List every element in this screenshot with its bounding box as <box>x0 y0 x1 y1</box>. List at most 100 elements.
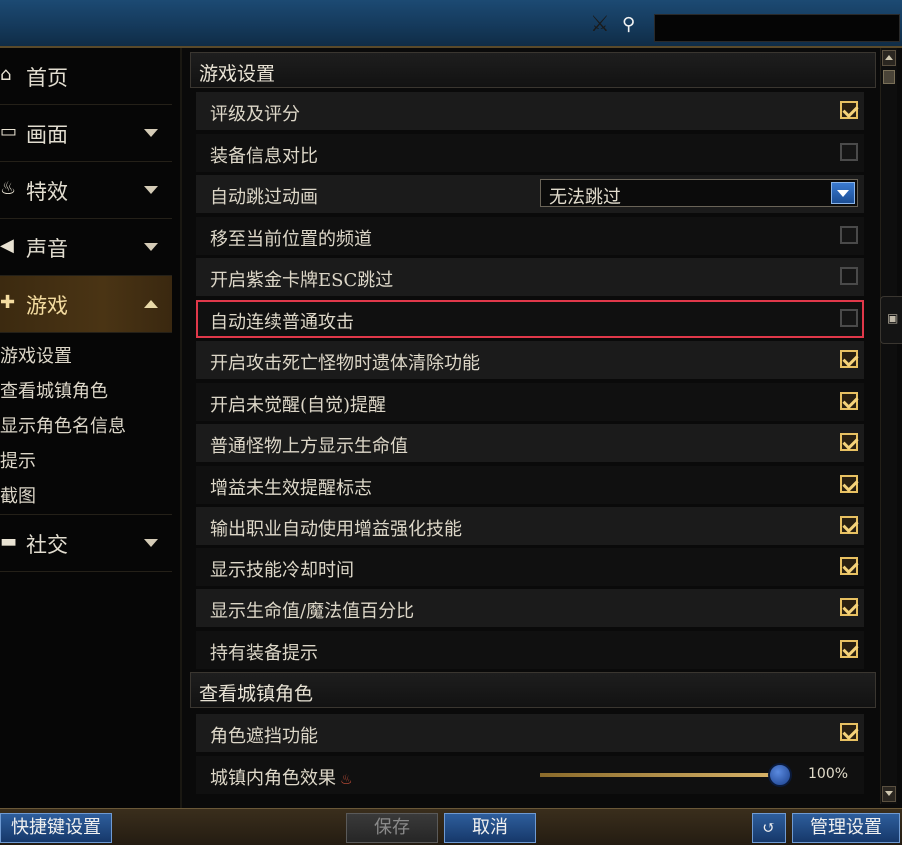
setting-row: 角色遮挡功能 <box>196 714 864 752</box>
reset-icon[interactable]: ↺ <box>752 813 786 843</box>
checkbox[interactable] <box>840 557 858 575</box>
setting-label: 增益未生效提醒标志 <box>210 478 372 499</box>
hotkey-settings-button[interactable]: 快捷键设置 <box>0 813 112 843</box>
effect-slider-track[interactable] <box>540 773 778 777</box>
sidebar-item-home[interactable]: ⌂ 首页 <box>0 48 172 105</box>
chevron-down-icon <box>144 186 158 194</box>
checkbox[interactable] <box>840 640 858 658</box>
scroll-up-icon[interactable] <box>882 50 896 66</box>
sidebar-subitem-tips[interactable]: 提示 <box>0 447 36 473</box>
setting-label-text: 城镇内角色效果 <box>210 768 336 789</box>
sidebar-subitem-screenshot[interactable]: 截图 <box>0 482 36 508</box>
search-input[interactable] <box>654 14 900 42</box>
setting-label: 自动连续普通攻击 <box>210 312 354 333</box>
scrollbar[interactable] <box>880 48 897 804</box>
save-button[interactable]: 保存 <box>346 813 438 843</box>
setting-row-highlighted: 自动连续普通攻击 <box>196 300 864 338</box>
checkbox[interactable] <box>840 350 858 368</box>
checkbox[interactable] <box>840 475 858 493</box>
settings-panel: 游戏设置 评级及评分 装备信息对比 自动跳过动画 无法跳过 移至当前位置的频道 … <box>190 48 876 802</box>
sidebar-item-label: 声音 <box>26 237 68 261</box>
section-header-town-characters: 查看城镇角色 <box>190 672 876 708</box>
skip-animation-select[interactable]: 无法跳过 <box>540 179 858 208</box>
setting-row: 开启紫金卡牌ESC跳过 <box>196 258 864 296</box>
setting-row: 持有装备提示 <box>196 631 864 669</box>
setting-row: 装备信息对比 <box>196 134 864 172</box>
sidebar-subitem-town-characters[interactable]: 查看城镇角色 <box>0 377 108 403</box>
setting-label: 开启紫金卡牌ESC跳过 <box>210 270 394 291</box>
section-title: 游戏设置 <box>199 63 276 85</box>
setting-label: 角色遮挡功能 <box>210 726 318 747</box>
scroll-thumb[interactable] <box>883 70 895 84</box>
sidebar-item-social[interactable]: ▬ 社交 <box>0 514 172 572</box>
setting-label: 城镇内角色效果 ♨ <box>210 764 353 790</box>
setting-row: 移至当前位置的频道 <box>196 217 864 255</box>
setting-row: 城镇内角色效果 ♨ 100% <box>196 756 864 794</box>
checkbox[interactable] <box>840 226 858 244</box>
setting-label: 装备信息对比 <box>210 146 318 167</box>
setting-label: 普通怪物上方显示生命值 <box>210 436 408 457</box>
flame-icon: ♨ <box>340 772 353 788</box>
section-title: 查看城镇角色 <box>199 683 314 705</box>
bottom-bar: 快捷键设置 保存 取消 ↺ 管理设置 <box>0 808 902 845</box>
checkbox[interactable] <box>840 101 858 119</box>
setting-label: 开启未觉醒(自觉)提醒 <box>210 395 387 416</box>
speaker-icon: ◀ <box>0 235 14 256</box>
checkbox[interactable] <box>840 309 858 327</box>
sidebar: ⌂ 首页 ▭ 画面 ♨ 特效 ◀ 声音 ✚ 游戏 游戏设置 查看城镇角色 显示角… <box>0 48 180 808</box>
chevron-down-icon <box>144 243 158 251</box>
checkbox[interactable] <box>840 433 858 451</box>
setting-row: 开启攻击死亡怪物时遗体清除功能 <box>196 341 864 379</box>
sidebar-divider <box>180 48 182 808</box>
setting-label: 显示生命值/魔法值百分比 <box>210 601 415 622</box>
home-icon: ⌂ <box>0 64 12 85</box>
chevron-up-icon <box>144 300 158 308</box>
sidebar-subitem-character-name[interactable]: 显示角色名信息 <box>0 412 126 438</box>
chevron-down-icon <box>144 539 158 547</box>
flame-icon: ♨ <box>0 178 17 199</box>
setting-label: 自动跳过动画 <box>210 187 318 208</box>
checkbox[interactable] <box>840 598 858 616</box>
checkbox[interactable] <box>840 392 858 410</box>
grip-icon: ▣ <box>887 311 899 325</box>
sidebar-item-label: 特效 <box>26 180 68 204</box>
sidebar-item-label: 画面 <box>26 123 68 147</box>
setting-label: 持有装备提示 <box>210 643 318 664</box>
setting-row: 显示生命值/魔法值百分比 <box>196 589 864 627</box>
checkbox[interactable] <box>840 516 858 534</box>
side-collapse-tab[interactable]: ▣ <box>880 296 902 344</box>
section-header-game-settings: 游戏设置 <box>190 52 876 88</box>
checkbox[interactable] <box>840 723 858 741</box>
setting-label: 评级及评分 <box>210 104 300 125</box>
sidebar-item-label: 游戏 <box>26 294 68 318</box>
monitor-icon: ▭ <box>0 121 18 142</box>
gamepad-icon: ✚ <box>0 292 16 313</box>
select-value: 无法跳过 <box>549 187 621 208</box>
checkbox[interactable] <box>840 143 858 161</box>
effect-slider-knob[interactable] <box>768 763 792 787</box>
checkbox[interactable] <box>840 267 858 285</box>
chevron-down-icon[interactable] <box>831 182 855 204</box>
setting-row: 输出职业自动使用增益强化技能 <box>196 507 864 545</box>
sidebar-item-display[interactable]: ▭ 画面 <box>0 105 172 162</box>
setting-label: 开启攻击死亡怪物时遗体清除功能 <box>210 353 480 374</box>
sidebar-item-game[interactable]: ✚ 游戏 <box>0 276 172 333</box>
sidebar-item-label: 首页 <box>26 66 68 90</box>
setting-row: 普通怪物上方显示生命值 <box>196 424 864 462</box>
scroll-down-icon[interactable] <box>882 786 896 802</box>
sidebar-item-effects[interactable]: ♨ 特效 <box>0 162 172 219</box>
cancel-button[interactable]: 取消 <box>444 813 536 843</box>
slider-value: 100% <box>808 766 849 782</box>
search-icon[interactable]: ⚲ <box>622 14 644 36</box>
setting-row: 显示技能冷却时间 <box>196 548 864 586</box>
manage-settings-button[interactable]: 管理设置 <box>792 813 900 843</box>
setting-row: 自动跳过动画 无法跳过 <box>196 175 864 213</box>
sidebar-item-label: 社交 <box>26 533 68 557</box>
sidebar-item-sound[interactable]: ◀ 声音 <box>0 219 172 276</box>
chevron-down-icon <box>144 129 158 137</box>
setting-label: 移至当前位置的频道 <box>210 229 372 250</box>
sidebar-subitem-game-settings[interactable]: 游戏设置 <box>0 342 72 368</box>
top-banner: ⚔ ⚲ <box>0 0 902 48</box>
setting-row: 增益未生效提醒标志 <box>196 466 864 504</box>
setting-label: 显示技能冷却时间 <box>210 560 354 581</box>
